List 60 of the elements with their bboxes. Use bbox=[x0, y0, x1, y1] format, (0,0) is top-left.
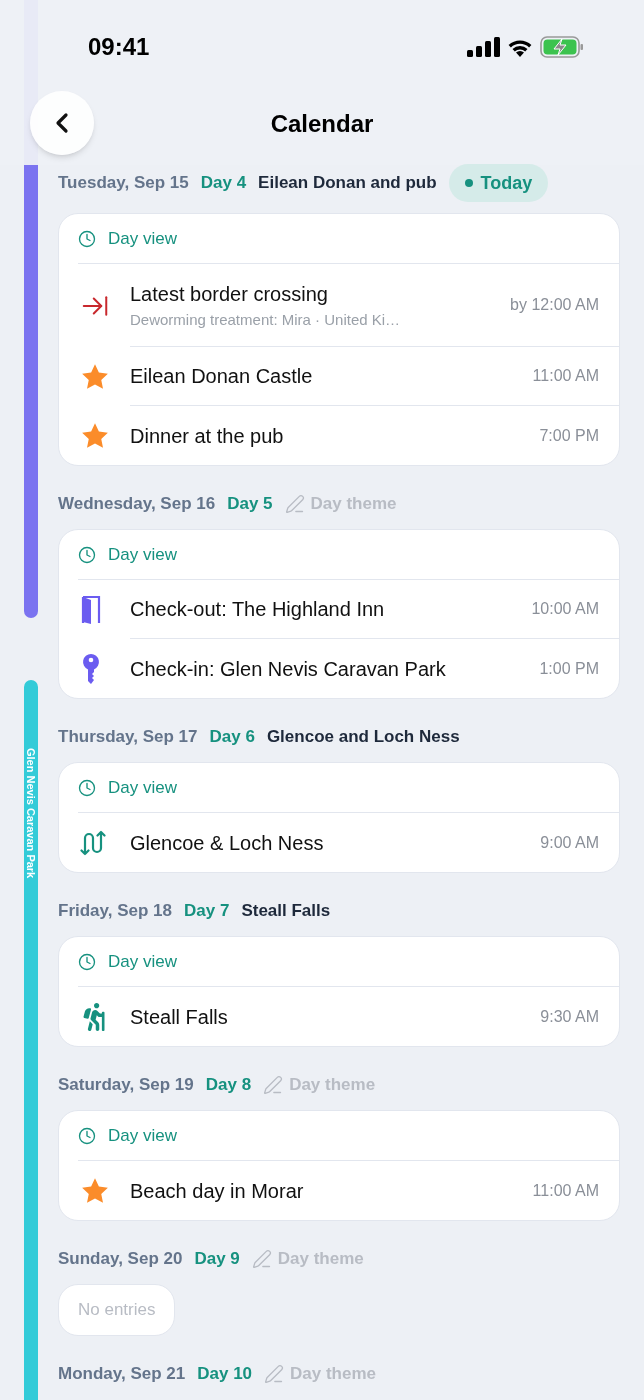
clock-icon bbox=[78, 1126, 96, 1145]
day-date: Sunday, Sep 20 bbox=[58, 1247, 183, 1270]
entry-time: 9:30 AM bbox=[540, 1006, 599, 1027]
door-icon bbox=[80, 594, 102, 625]
pen-icon bbox=[264, 1363, 285, 1384]
day-theme: Eilean Donan and pub bbox=[258, 172, 437, 195]
empty-day-pill: No entries bbox=[58, 1284, 176, 1336]
status-time: 09:41 bbox=[88, 32, 150, 62]
day-view-link[interactable]: Day view bbox=[78, 530, 619, 580]
battery-charging-icon bbox=[540, 36, 584, 58]
clock-icon bbox=[78, 545, 96, 564]
entry-time: 1:00 PM bbox=[539, 658, 599, 679]
stay-label: Glen Nevis Caravan Park bbox=[24, 748, 38, 881]
entry-time: 9:00 AM bbox=[540, 832, 599, 853]
page-title: Calendar bbox=[270, 109, 374, 139]
day-number: Day 5 bbox=[227, 492, 273, 515]
day-view-link[interactable]: Day view bbox=[78, 214, 619, 264]
entry-time: 11:00 AM bbox=[532, 1180, 599, 1201]
day-theme: Steall Falls bbox=[241, 899, 331, 922]
entry-time: 10:00 AM bbox=[531, 599, 599, 619]
day-number: Day 9 bbox=[194, 1247, 240, 1270]
entry-title: Steall Falls bbox=[130, 1004, 229, 1030]
day-date: Monday, Sep 21 bbox=[58, 1362, 186, 1385]
today-badge: Today bbox=[448, 164, 549, 202]
day-date: Thursday, Sep 17 bbox=[58, 725, 198, 748]
day-date: Wednesday, Sep 16 bbox=[58, 492, 216, 515]
day-number: Day 4 bbox=[200, 172, 247, 195]
key-icon bbox=[80, 652, 102, 685]
day-number: Day 8 bbox=[205, 1073, 252, 1096]
day-view-link[interactable]: Day view bbox=[78, 1111, 619, 1161]
day-theme: Glencoe and Loch Ness bbox=[266, 725, 460, 748]
entry-title: Glencoe & Loch Ness bbox=[130, 830, 325, 856]
day-date: Tuesday, Sep 15 bbox=[58, 172, 189, 195]
clock-icon bbox=[78, 778, 96, 797]
day-view-link[interactable]: Day view bbox=[78, 937, 619, 987]
entry-title: Check-out: The Highland Inn bbox=[130, 597, 386, 622]
day-date: Friday, Sep 18 bbox=[58, 899, 172, 922]
entry-title: Eilean Donan Castle bbox=[130, 364, 314, 389]
pen-icon bbox=[251, 1248, 272, 1269]
entry-title: Beach day in Morar bbox=[130, 1178, 305, 1204]
entry-time: 11:00 AM bbox=[532, 366, 599, 386]
clock-icon bbox=[78, 952, 96, 971]
day-date: Saturday, Sep 19 bbox=[58, 1073, 194, 1096]
day-number: Day 6 bbox=[209, 725, 255, 748]
day-view-link[interactable]: Day view bbox=[78, 763, 619, 813]
day-number: Day 10 bbox=[197, 1362, 253, 1385]
entry-title: Latest border crossing bbox=[130, 281, 329, 307]
entry-title: Check-in: Glen Nevis Caravan Park bbox=[130, 656, 447, 682]
entry-time: by 12:00 AM bbox=[510, 295, 599, 315]
wifi-icon bbox=[507, 37, 533, 57]
pen-icon bbox=[284, 493, 305, 514]
entry-subtitle: Deworming treatment: Mira · United Ki… bbox=[130, 309, 402, 330]
entry-title: Dinner at the pub bbox=[130, 423, 285, 449]
clock-icon bbox=[78, 229, 96, 248]
back-button[interactable] bbox=[30, 91, 94, 155]
signal-icon bbox=[467, 37, 500, 57]
entry-time: 7:00 PM bbox=[539, 425, 599, 446]
pen-icon bbox=[263, 1074, 284, 1095]
route-arrows-icon bbox=[80, 828, 108, 857]
day-number: Day 7 bbox=[184, 899, 230, 922]
